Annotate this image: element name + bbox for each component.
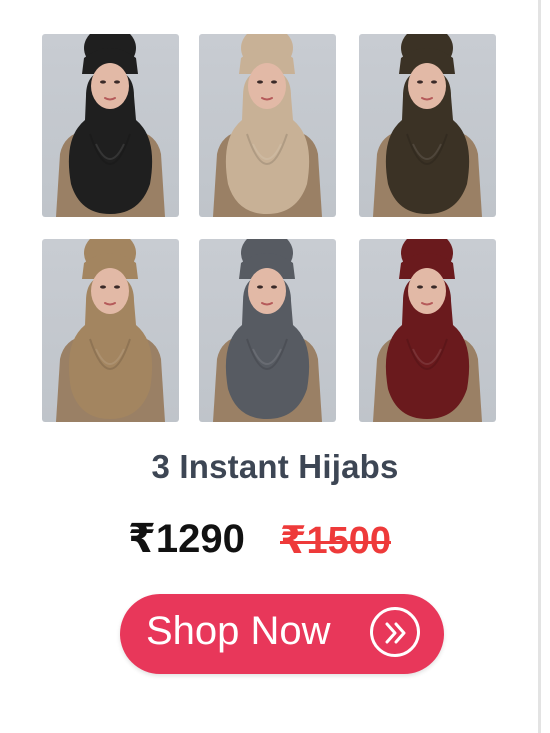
product-image-hijab-black[interactable] [42,34,179,217]
model-figure [56,34,165,217]
promo-card: 3 Instant Hijabs ₹1290 ₹1500 Shop Now [0,0,550,733]
model-figure [213,239,322,422]
model-figure [213,34,322,217]
product-image-hijab-dark-brown[interactable] [359,34,496,217]
divider [538,0,541,733]
model-figure [373,34,482,217]
product-image-hijab-beige[interactable] [199,34,336,217]
original-price: ₹1500 [280,520,391,562]
product-image-hijab-camel[interactable] [42,239,179,422]
shop-now-label: Shop Now [146,609,331,653]
model-figure [56,239,165,422]
double-chevron-right-icon [370,607,420,657]
model-figure [373,239,482,422]
shop-now-button[interactable]: Shop Now [120,594,444,674]
offer-title: 3 Instant Hijabs [151,448,399,485]
price-block: ₹1290 ₹1500 [128,516,428,568]
current-price: ₹1290 [128,517,245,561]
product-image-hijab-maroon[interactable] [359,239,496,422]
product-image-hijab-grey[interactable] [199,239,336,422]
